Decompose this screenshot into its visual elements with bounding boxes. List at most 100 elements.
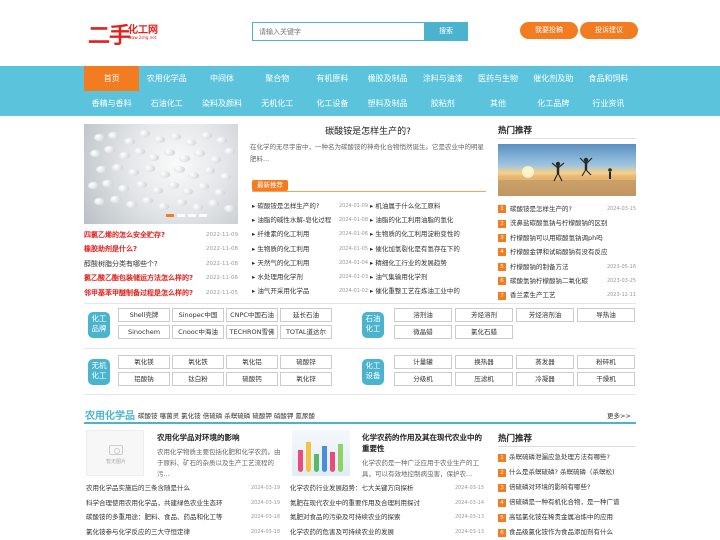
nav-item[interactable]: 有机原料	[305, 66, 360, 91]
hot-image-beach[interactable]	[498, 144, 636, 196]
list-item[interactable]: 农用化学品实施后的三条含随是什么 2024-03-19	[86, 481, 280, 496]
list-item[interactable]: 氯乙酸乙酯包装储运方法怎么样的? 2022-11-06	[84, 271, 238, 285]
carousel-dots[interactable]	[166, 214, 207, 217]
list-item[interactable]: 1 碳酸铵是怎样生产的? 2024-03-15	[498, 202, 636, 216]
tag[interactable]: 氧化锌	[280, 372, 332, 386]
list-item[interactable]: 醇酸树脂分类有哪些个? 2022-11-08	[84, 257, 238, 271]
tag[interactable]: 氧化镁	[118, 355, 170, 369]
list-item[interactable]: ▸ 机油属于什么化工原料	[370, 199, 486, 213]
tag[interactable]: TOTAL道达尔	[280, 325, 332, 339]
nav-item[interactable]: 染料及颜料	[194, 91, 249, 116]
list-item[interactable]: ▸ 生物质的化工利用淀粉变性的	[370, 227, 486, 241]
list-item[interactable]: ▸ 油气集输用化学剂	[370, 270, 486, 284]
tag[interactable]: 导热油	[577, 308, 635, 322]
nav-item[interactable]: 无机化工	[250, 91, 305, 116]
list-item[interactable]: ▸ 天然气的化工利用 2024-01-04	[252, 256, 368, 270]
tag[interactable]: 氧化铁	[172, 355, 224, 369]
more-link[interactable]: 更多>>	[607, 410, 631, 420]
tag[interactable]: 微晶蜡	[394, 325, 452, 339]
submit-article-button[interactable]: 我要投稿	[520, 22, 578, 39]
tag[interactable]: 钛白粉	[172, 372, 224, 386]
tag[interactable]: Shell壳牌	[118, 308, 170, 322]
tag[interactable]: 蒸发器	[516, 355, 574, 369]
nav-item[interactable]: 催化剂及助	[526, 66, 581, 91]
section-title[interactable]: 农用化学品	[85, 407, 135, 422]
list-item[interactable]: 5 柠檬酸钠的制备方法 2023-05-16	[498, 260, 636, 274]
nav-item[interactable]: 化工品牌	[526, 91, 581, 116]
nav-item[interactable]: 石油化工	[139, 91, 194, 116]
list-item[interactable]: 1 杀螟硫磷泄漏应急处理方法有哪些?	[498, 450, 636, 465]
list-item[interactable]: 化学农药行业发展趋势：七大关键方向探析 2024-03-15	[290, 481, 484, 496]
tag[interactable]: 氯化石蜡	[455, 325, 513, 339]
tag[interactable]: 氧化铝	[226, 355, 278, 369]
article-title[interactable]: 农用化学品对环境的影响	[157, 432, 285, 443]
list-item[interactable]: 化学农药的危害及可持续农业的发展 2024-03-13	[290, 525, 484, 540]
tag[interactable]: 干燥机	[577, 372, 635, 386]
tag[interactable]: 硫酸锌	[280, 355, 332, 369]
list-item[interactable]: 科学合理使用农用化学品，共建绿色农业生态环 2024-03-19	[86, 496, 280, 511]
nav-item[interactable]: 中间体	[194, 66, 249, 91]
list-item[interactable]: 邻甲基苯甲醚制备过程是怎么样的? 2022-11-05	[84, 286, 238, 300]
tag[interactable]: 换热器	[455, 355, 513, 369]
list-item[interactable]: 6 食品级氯化铵作为食品添加剂有什么	[498, 525, 636, 540]
list-item[interactable]: 7 香兰素生产工艺 2023-12-11	[498, 288, 636, 302]
list-item[interactable]: 4 柠檬酸金钾和试硝酸钠有没有反应	[498, 245, 636, 259]
article-title[interactable]: 化学农药的作用及其在现代农业中的重要性	[362, 432, 488, 454]
tag[interactable]: 铝酸钠	[118, 372, 170, 386]
list-item[interactable]: 3 倍硫磷对环境的影响有哪些?	[498, 480, 636, 495]
list-item[interactable]: 橡胶助剂是什么? 2022-11-08	[84, 242, 238, 256]
list-item[interactable]: ▸ 催化加氢裂化是有氢存在下的	[370, 242, 486, 256]
list-item[interactable]: 3 柠檬酸钠可以用碳酸氢钠调ph吗	[498, 231, 636, 245]
tag[interactable]: 冷凝器	[516, 372, 574, 386]
tag[interactable]: 计量罐	[394, 355, 452, 369]
list-item[interactable]: 2 洗鼻盐碳酸氢钠与柠檬酸钠的区别	[498, 216, 636, 230]
tag[interactable]: Sinochem	[118, 325, 170, 339]
nav-item[interactable]: 橡胶及制品	[360, 66, 415, 91]
list-item[interactable]: 氯化铵参与化学反应的三大守恒定律 2024-03-18	[86, 525, 280, 540]
search-input[interactable]	[252, 22, 424, 41]
list-item[interactable]: ▸ 水处理用化学剂 2024-01-03	[252, 270, 368, 284]
no-image-placeholder[interactable]: 暂无图片	[86, 430, 144, 476]
list-item[interactable]: ▸ 油脂的碱性水解-皂化过程 2024-01-08	[252, 213, 368, 227]
nav-item[interactable]: 香精与香料	[84, 91, 139, 116]
tag[interactable]: 压滤机	[455, 372, 513, 386]
list-item[interactable]: 碳酸铵的多重用途：肥料、食品、药品和化工等 2024-03-18	[86, 510, 280, 525]
tag[interactable]: Sinopec中国	[172, 308, 224, 322]
nav-item[interactable]: 胶粘剂	[415, 91, 470, 116]
nav-item[interactable]: 涂料与油漆	[415, 66, 470, 91]
section-tags[interactable]: 碳酸铵 噻菌灵 氯化铵 倍硫磷 杀螟硫磷 硫酸钾 硝酸钾 氰尿酸	[138, 410, 315, 420]
list-item[interactable]: 四氯乙烯的怎么安全贮存? 2022-11-09	[84, 228, 238, 242]
tag[interactable]: 溶剂油	[394, 308, 452, 322]
nav-item[interactable]: 医药与生物	[470, 66, 525, 91]
tag[interactable]: 粉碎机	[577, 355, 635, 369]
list-item[interactable]: 氮肥对食品的污染及可持续农业的探索 2024-03-13	[290, 510, 484, 525]
tag[interactable]: 延长石油	[280, 308, 332, 322]
tag[interactable]: CNPC中国石油	[226, 308, 278, 322]
list-item[interactable]: ▸ 油气开采用化学品 2024-01-02	[252, 284, 368, 298]
list-item[interactable]: ▸ 碳酸铵是怎样生产的? 2024-01-09	[252, 199, 368, 213]
nav-item[interactable]: 行业资讯	[581, 91, 636, 116]
list-item[interactable]: ▸ 纤维素的化工利用 2024-01-06	[252, 227, 368, 241]
list-item[interactable]: ▸ 催化重整工艺在炼油工业中的	[370, 284, 486, 298]
list-item[interactable]: 6 碳酸氢钠柠檬酸钠二氧化碳 2023-03-25	[498, 274, 636, 288]
nav-item[interactable]: 化工设备	[305, 91, 360, 116]
lab-image[interactable]	[292, 430, 350, 476]
list-item[interactable]: 2 什么是杀螟硫磷? 杀螟硫磷（杀螟松)	[498, 465, 636, 480]
search-button[interactable]: 搜索	[424, 22, 468, 41]
list-item[interactable]: 氮肥在现代农业中的重要作用及合理利用探讨 2024-03-14	[290, 496, 484, 511]
nav-item-home[interactable]: 首页	[84, 66, 140, 91]
nav-item[interactable]: 农用化学品	[139, 66, 194, 91]
nav-item[interactable]: 食品和饲料	[581, 66, 636, 91]
tag[interactable]: TECHRON雪佛	[226, 325, 278, 339]
site-logo[interactable]: 二手 化工网 www.2shg.net	[88, 18, 178, 49]
tag[interactable]: 分级机	[394, 372, 452, 386]
list-item[interactable]: ▸ 生物质的化工利用 2024-01-05	[252, 242, 368, 256]
hero-image-pellets[interactable]	[84, 124, 238, 224]
suggest-button[interactable]: 投诉建议	[580, 22, 638, 39]
tag[interactable]: 芳烃溶剂	[455, 308, 513, 322]
nav-item[interactable]: 聚合物	[250, 66, 305, 91]
tag[interactable]: 芳烃溶剂油	[516, 308, 574, 322]
list-item[interactable]: ▸ 精细化工行业的发展趋势	[370, 256, 486, 270]
nav-item[interactable]: 其他	[470, 91, 525, 116]
nav-item[interactable]: 塑料及制品	[360, 91, 415, 116]
